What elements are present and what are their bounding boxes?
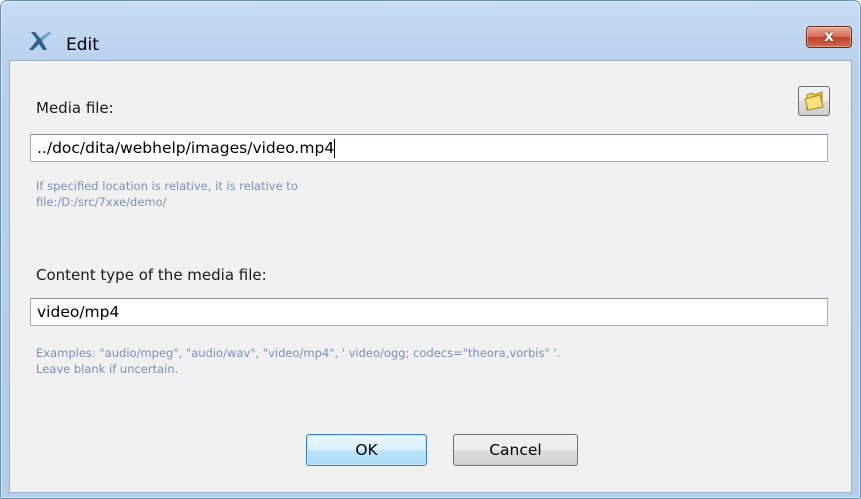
media-hint-line-2: file:/D:/src/7xxe/demo/ xyxy=(36,195,167,209)
title-bar[interactable]: Edit x xyxy=(1,1,860,55)
window-title: Edit xyxy=(66,35,99,55)
media-file-label: Media file: xyxy=(36,99,114,117)
text-caret xyxy=(334,139,336,158)
browse-button[interactable] xyxy=(798,86,830,116)
content-type-label: Content type of the media file: xyxy=(36,266,267,284)
content-type-hint-line-2: Leave blank if uncertain. xyxy=(36,362,179,376)
close-button[interactable]: x xyxy=(806,26,852,48)
media-file-input[interactable]: ../doc/dita/webhelp/images/video.mp4 xyxy=(30,134,828,162)
app-logo-icon xyxy=(29,32,51,50)
folder-icon xyxy=(804,91,824,111)
ok-button[interactable]: OK xyxy=(306,434,427,466)
media-file-value: ../doc/dita/webhelp/images/video.mp4 xyxy=(37,139,335,157)
close-icon: x xyxy=(824,27,834,45)
content-type-value: video/mp4 xyxy=(37,303,120,321)
media-hint-line-1: If specified location is relative, it is… xyxy=(36,179,298,193)
content-type-input[interactable]: video/mp4 xyxy=(30,298,828,326)
cancel-button[interactable]: Cancel xyxy=(453,434,578,466)
content-type-hint-line-1: Examples: "audio/mpeg", "audio/wav", "vi… xyxy=(36,346,561,360)
